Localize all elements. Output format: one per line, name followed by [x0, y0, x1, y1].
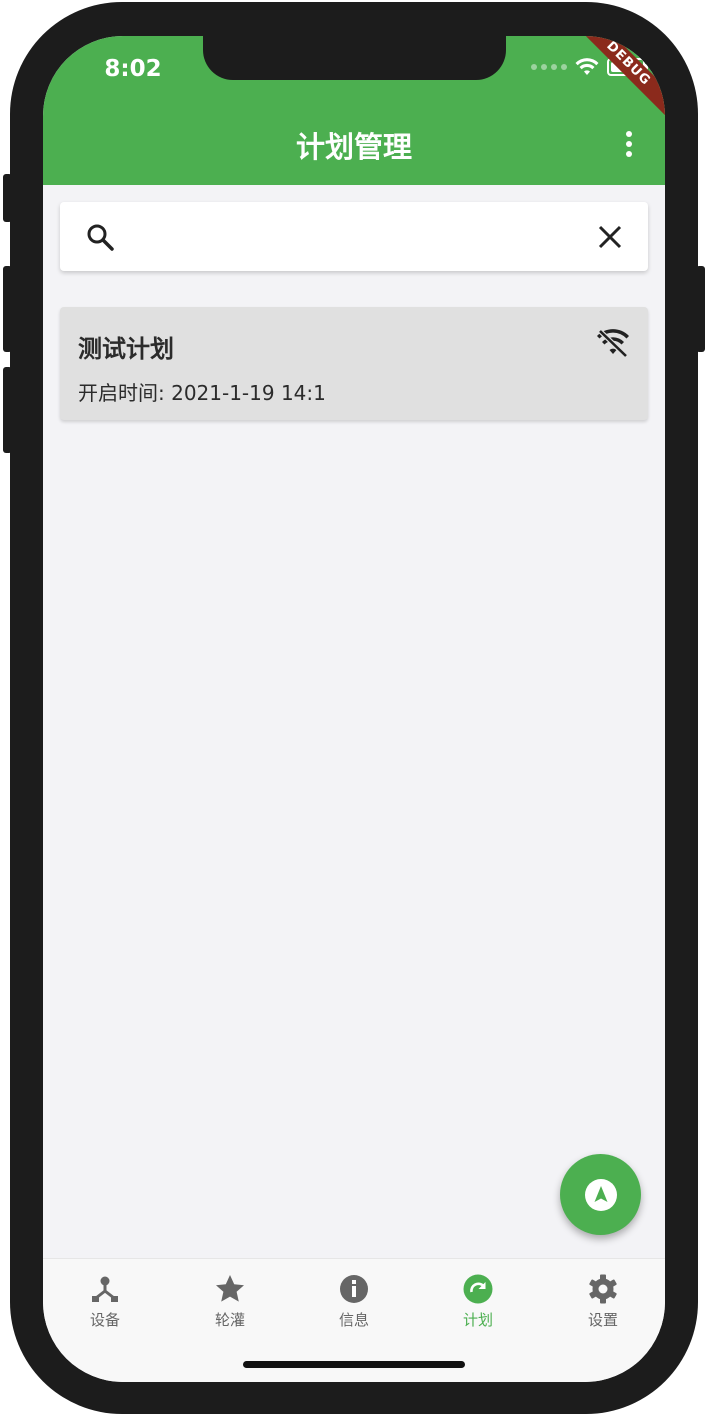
nav-item-info[interactable]: 信息	[304, 1273, 404, 1330]
signal-icon	[531, 64, 567, 70]
close-icon[interactable]	[597, 224, 623, 250]
info-icon	[340, 1275, 368, 1303]
nav-item-plan[interactable]: 计划	[428, 1273, 528, 1330]
refresh-icon	[463, 1274, 493, 1304]
search-icon[interactable]	[85, 222, 115, 252]
nav-label-devices: 设备	[89, 1311, 120, 1329]
nav-label-plan: 计划	[462, 1311, 493, 1329]
navigation-fab[interactable]	[560, 1154, 641, 1235]
plan-start-time: 开启时间: 2021-1-19 14:1	[78, 381, 326, 405]
more-vert-icon[interactable]	[615, 130, 643, 158]
nav-label-info: 信息	[338, 1311, 369, 1329]
power-button	[696, 266, 705, 352]
wifi-off-icon	[597, 329, 629, 358]
volume-up-button	[3, 266, 12, 352]
plan-card[interactable]: 测试计划 开启时间: 2021-1-19 14:1	[60, 307, 648, 420]
star-icon	[216, 1275, 244, 1302]
volume-down-button	[3, 367, 12, 453]
nav-item-settings[interactable]: 设置	[553, 1273, 653, 1330]
navigation-icon	[584, 1178, 617, 1211]
nav-item-irrigation[interactable]: 轮灌	[180, 1273, 280, 1330]
plan-name: 测试计划	[78, 335, 174, 363]
status-time: 8:02	[104, 56, 162, 82]
app-bar: 8:02 DEBUG 计划管理	[43, 36, 665, 185]
search-bar	[60, 202, 648, 271]
notch	[203, 36, 506, 80]
page-title: 计划管理	[295, 130, 412, 164]
screen: 8:02 DEBUG 计划管理 测试计划 开启时间: 2021-1-19 14:…	[43, 36, 665, 1382]
nav-label-settings: 设置	[587, 1311, 618, 1329]
home-indicator	[243, 1361, 465, 1368]
wifi-icon	[575, 58, 599, 75]
nav-label-irrigation: 轮灌	[214, 1311, 245, 1329]
nav-item-devices[interactable]: 设备	[55, 1273, 155, 1330]
debug-banner: DEBUG	[567, 36, 665, 125]
mute-switch	[3, 174, 12, 222]
device-hub-icon	[92, 1276, 118, 1302]
gear-icon	[589, 1274, 617, 1304]
search-input[interactable]	[140, 217, 584, 257]
